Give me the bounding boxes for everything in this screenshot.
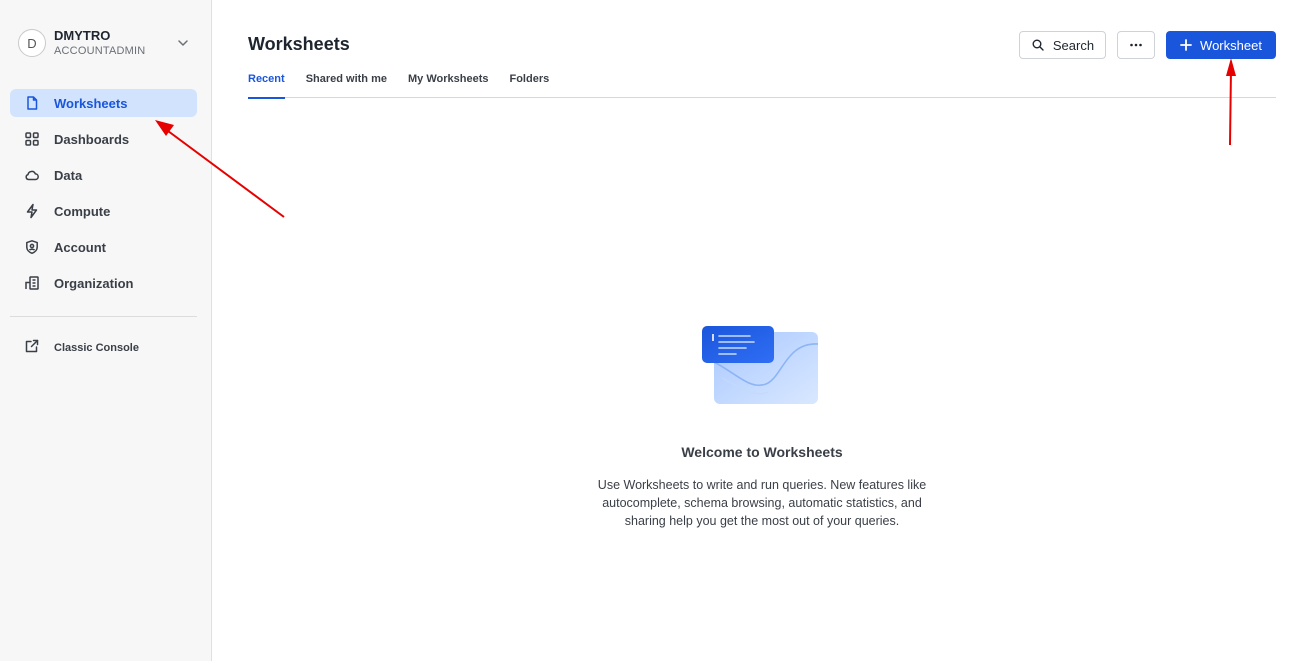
user-name: DMYTRO: [54, 28, 111, 43]
external-link-icon: [24, 338, 40, 359]
main-content: Worksheets Search Worksheet Recent Share…: [212, 0, 1294, 661]
new-worksheet-button[interactable]: Worksheet: [1166, 31, 1276, 59]
tab-my-worksheets[interactable]: My Worksheets: [408, 66, 489, 98]
sidebar-nav: Worksheets Dashboards Data Compute Accou…: [10, 89, 197, 305]
more-options-button[interactable]: [1117, 31, 1155, 59]
new-worksheet-label: Worksheet: [1200, 37, 1262, 53]
empty-state-description: Use Worksheets to write and run queries.…: [597, 478, 927, 528]
search-button-label: Search: [1052, 37, 1095, 53]
grid-icon: [24, 131, 40, 147]
empty-state-title: Welcome to Worksheets: [681, 444, 843, 460]
sidebar-item-label: Data: [54, 167, 83, 183]
user-info: DMYTRO ACCOUNTADMIN: [54, 29, 145, 57]
sidebar-item-dashboards[interactable]: Dashboards: [10, 125, 197, 153]
sidebar-item-label: Dashboards: [54, 131, 130, 147]
plus-icon: [1180, 39, 1192, 51]
tab-shared-with-me[interactable]: Shared with me: [306, 66, 387, 98]
tab-folders[interactable]: Folders: [509, 66, 549, 98]
lightning-icon: [24, 203, 40, 219]
empty-state: Welcome to Worksheets Use Worksheets to …: [592, 318, 932, 530]
user-menu[interactable]: D DMYTRO ACCOUNTADMIN: [18, 28, 198, 58]
sidebar-item-organization[interactable]: Organization: [10, 269, 197, 297]
search-icon: [1032, 39, 1044, 51]
sidebar-item-label: Account: [54, 239, 106, 255]
avatar: D: [18, 29, 46, 57]
page-title: Worksheets: [248, 34, 350, 54]
classic-console-label: Classic Console: [54, 342, 139, 354]
sidebar: D DMYTRO ACCOUNTADMIN Worksheets Dashboa…: [0, 0, 212, 661]
classic-console-link[interactable]: Classic Console: [10, 334, 197, 362]
sidebar-item-account[interactable]: Account: [10, 233, 197, 261]
sidebar-item-worksheets[interactable]: Worksheets: [10, 89, 197, 117]
sidebar-item-label: Compute: [54, 203, 111, 219]
building-icon: [24, 275, 40, 291]
more-horizontal-icon: [1130, 43, 1142, 47]
user-role: ACCOUNTADMIN: [54, 45, 146, 57]
sidebar-item-compute[interactable]: Compute: [10, 197, 197, 225]
worksheet-illustration: [702, 326, 819, 404]
sidebar-divider: [10, 316, 197, 317]
shield-user-icon: [24, 239, 40, 255]
document-icon: [24, 95, 40, 111]
sidebar-item-label: Organization: [54, 275, 134, 291]
search-button[interactable]: Search: [1019, 31, 1106, 59]
sidebar-item-data[interactable]: Data: [10, 161, 197, 189]
sidebar-item-label: Worksheets: [54, 95, 128, 111]
tab-recent[interactable]: Recent: [248, 66, 285, 99]
cloud-icon: [24, 167, 40, 183]
chevron-down-icon[interactable]: [176, 36, 190, 50]
tab-bar: Recent Shared with me My Worksheets Fold…: [248, 66, 1276, 99]
